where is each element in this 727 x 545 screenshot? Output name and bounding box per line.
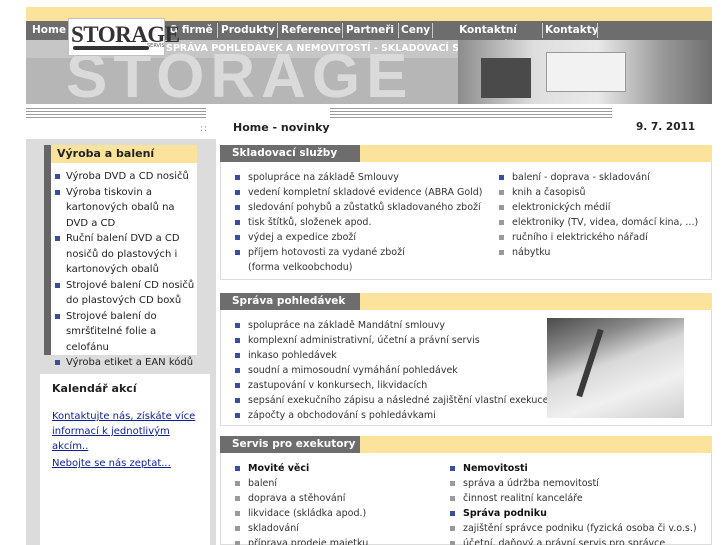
list-item: správa a údržba nemovitostí — [448, 476, 697, 491]
servis-list-right: Nemovitosti správa a údržba nemovitostí … — [448, 461, 697, 545]
servis-list-left: Movité věci balení doprava a stěhování l… — [233, 461, 368, 545]
nav-separator — [597, 23, 598, 38]
vyroba-list: Výroba DVD a CD nosičů Výroba tiskovin a… — [53, 169, 197, 371]
section-header-servis: Servis pro exekutory — [220, 436, 712, 453]
list-item: Výroba DVD a CD nosičů — [53, 169, 197, 185]
list-item: Ruční balení DVD a CD nosičů do plastový… — [53, 231, 197, 278]
decor-stripes-left — [26, 106, 206, 118]
list-item: inkaso pohledávek — [233, 348, 548, 363]
section-header-sprava: Správa pohledávek — [220, 293, 712, 310]
list-item: skladování — [233, 521, 368, 536]
list-item: Výroba tiskovin a kartonových obalů na D… — [53, 185, 197, 232]
list-item: elektronických médií — [497, 200, 698, 215]
pen-image — [576, 328, 604, 398]
list-item-continued: (forma velkoobchodu) — [248, 262, 353, 273]
list-item: Strojové balení do smršťitelné folie a c… — [53, 309, 197, 356]
sprava-list: spolupráce na základě Mandátní smlouvy k… — [233, 318, 548, 423]
section-title: Skladovací služby — [232, 147, 338, 159]
signing-photo — [547, 318, 684, 418]
page-title: Home - novinky — [233, 121, 330, 134]
nav-separator — [398, 23, 399, 38]
list-item: vedení kompletní skladové evidence (ABRA… — [233, 185, 483, 200]
forklift-image — [481, 58, 531, 98]
list-heading: Movité věci — [233, 461, 368, 476]
breadcrumb-dots: :: — [200, 124, 209, 134]
vyroba-box: Výroba a balení Výroba DVD a CD nosičů V… — [44, 145, 197, 368]
list-heading: Správa podniku — [448, 506, 697, 521]
list-item: doprava a stěhování — [233, 491, 368, 506]
nav-separator — [432, 23, 433, 38]
list-item: ručního i elektrického nářadí — [497, 230, 698, 245]
nav-reference[interactable]: Reference — [281, 23, 341, 38]
logo-small-text: SERVIS — [147, 43, 165, 49]
nav-separator — [217, 23, 218, 38]
zeptat-link[interactable]: Nebojte se nás zeptat... — [52, 456, 171, 471]
skladovaci-list-right: balení - doprava - skladování knih a čas… — [497, 170, 698, 260]
nav-home[interactable]: Home — [32, 23, 66, 38]
nav-separator — [342, 23, 343, 38]
skladovaci-list-left: spolupráce na základě Smlouvy vedení kom… — [233, 170, 483, 275]
nav-partneri[interactable]: Partneři — [345, 23, 395, 38]
kontaktujte-link[interactable]: Kontaktujte nás, získáte více informací … — [52, 409, 206, 454]
decor-stripes-right — [330, 106, 612, 118]
section-title: Servis pro exekutory — [232, 438, 356, 450]
section-title: Správa pohledávek — [232, 295, 346, 307]
list-item: komplexní administrativní, účetní a práv… — [233, 333, 548, 348]
nav-kontakty[interactable]: Kontakty — [545, 23, 599, 38]
list-item: spolupráce na základě Smlouvy — [233, 170, 483, 185]
list-item: zápočty a obchodování s pohledávkami — [233, 408, 548, 423]
list-item: sepsání exekučního zápisu a následné zaj… — [233, 393, 548, 408]
section-header-skladovaci: Skladovací služby — [220, 145, 712, 162]
list-item: knih a časopisů — [497, 185, 698, 200]
nav-kontaktni-formular[interactable]: Kontaktní formulář — [436, 23, 540, 51]
page-date: 9. 7. 2011 — [636, 121, 696, 133]
truck-image — [546, 52, 626, 92]
list-item: balení - doprava - skladování — [497, 170, 698, 185]
kalendar-title: Kalendář akcí — [52, 382, 137, 395]
list-item: zajištění správce podniku (fyzická osoba… — [448, 521, 697, 536]
kalendar-box: Kalendář akcí Kontaktujte nás, získáte v… — [40, 374, 210, 545]
list-item: tisk štítků, složenek apod. — [233, 215, 483, 230]
list-heading: Nemovitosti — [448, 461, 697, 476]
list-item: příprava prodeje majetku — [233, 536, 368, 545]
list-item: sledování pohybů a zůstatků skladovaného… — [233, 200, 483, 215]
nav-ceny[interactable]: Ceny — [401, 23, 430, 38]
nav-produkty[interactable]: Produkty — [221, 23, 275, 38]
list-item: zastupování v konkursech, likvidacích — [233, 378, 548, 393]
list-item: likvidace (skládka apod.) — [233, 506, 368, 521]
list-item: účetní, daňový a právní servis pro správ… — [448, 536, 697, 545]
list-item: elektroniky (TV, videa, domácí kina, ...… — [497, 215, 698, 230]
list-item: nábytku — [497, 245, 698, 260]
storage-logo[interactable]: STORAGE SERVIS — [68, 18, 180, 56]
list-item: činnost realitní kanceláře — [448, 491, 697, 506]
nav-separator — [542, 23, 543, 38]
banner-tagline: SPRÁVA POHLEDÁVEK A NEMOVITOSTÍ - SKLADO… — [166, 43, 508, 54]
list-item: soudní a mimosoudní vymáhání pohledávek — [233, 363, 548, 378]
list-item: příjem hotovosti za vydané zboží — [233, 245, 483, 260]
list-item: výdej a expedice zboží — [233, 230, 483, 245]
list-item: balení — [233, 476, 368, 491]
list-item: Výroba etiket a EAN kódů — [53, 355, 197, 371]
nav-separator — [277, 23, 278, 38]
logo-swoosh — [73, 46, 149, 50]
list-item: spolupráce na základě Mandátní smlouvy — [233, 318, 548, 333]
vyroba-title: Výroba a balení — [51, 145, 197, 163]
list-item: Strojové balení CD nosičů do plastových … — [53, 278, 197, 309]
